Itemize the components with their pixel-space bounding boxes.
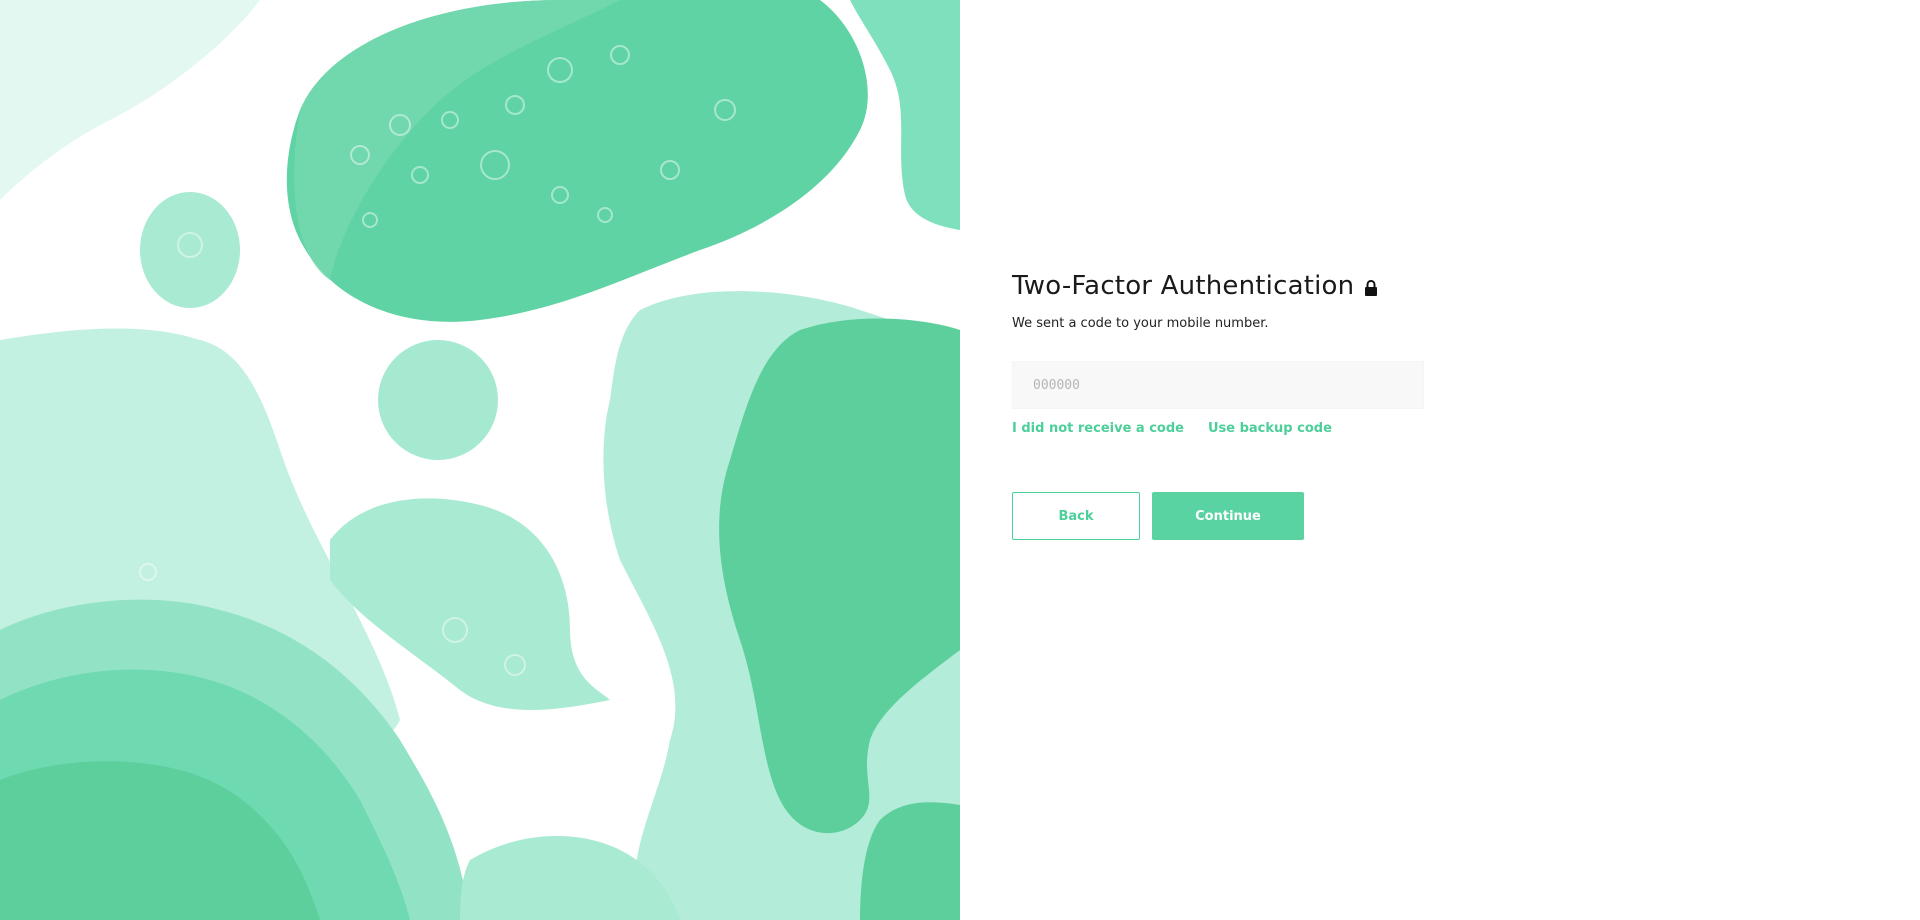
two-factor-page: Two-Factor Authentication We sent a code… bbox=[0, 0, 1920, 920]
continue-button[interactable]: Continue bbox=[1152, 492, 1304, 540]
backup-code-link[interactable]: Use backup code bbox=[1208, 421, 1332, 436]
subtitle: We sent a code to your mobile number. bbox=[1012, 316, 1269, 331]
abstract-fluid-illustration bbox=[0, 0, 960, 920]
back-button[interactable]: Back bbox=[1012, 492, 1140, 540]
no-code-link[interactable]: I did not receive a code bbox=[1012, 421, 1184, 436]
page-title: Two-Factor Authentication bbox=[1012, 271, 1355, 301]
form-panel: Two-Factor Authentication We sent a code… bbox=[960, 0, 1920, 920]
help-links: I did not receive a code Use backup code bbox=[1012, 421, 1432, 436]
two-factor-form: Two-Factor Authentication We sent a code… bbox=[1012, 266, 1432, 540]
title-row: Two-Factor Authentication bbox=[1012, 266, 1432, 306]
lock-icon bbox=[1365, 279, 1378, 296]
action-buttons: Back Continue bbox=[1012, 492, 1432, 540]
decorative-art-panel bbox=[0, 0, 960, 920]
verification-code-input[interactable] bbox=[1012, 361, 1424, 409]
